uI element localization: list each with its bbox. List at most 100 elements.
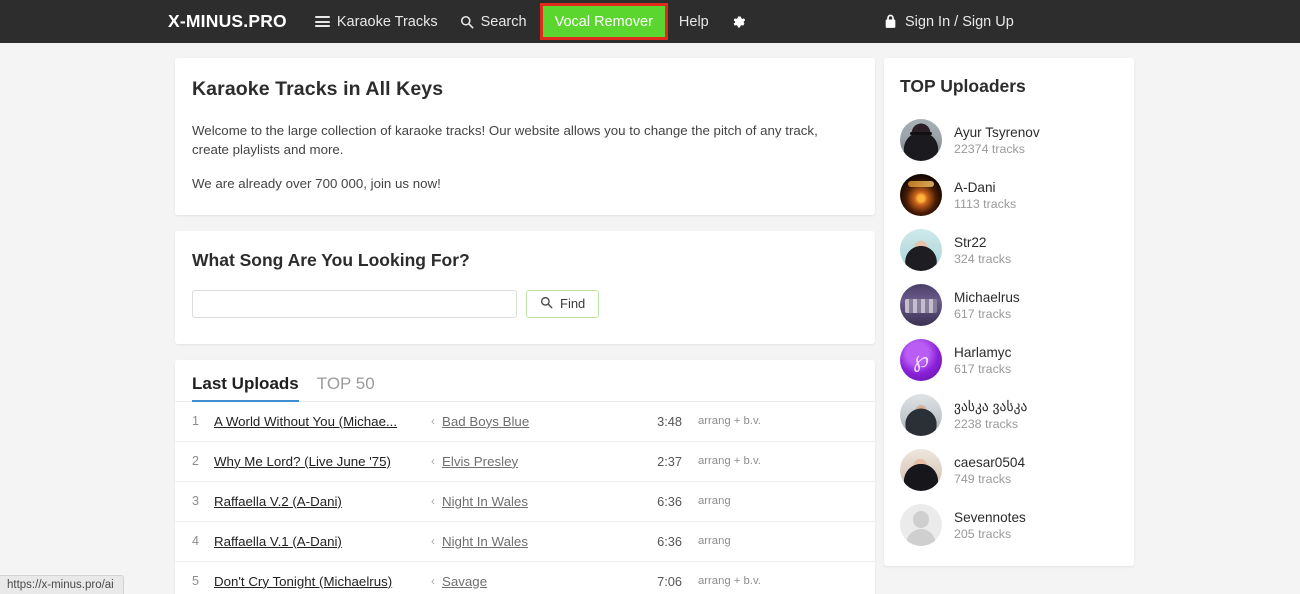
search-input[interactable] (192, 289, 517, 318)
top-navbar: X-MINUS.PRO Karaoke Tracks Search Vocal … (0, 0, 1300, 43)
list-item[interactable]: Michaelrus 617 tracks (900, 284, 1118, 326)
list-item[interactable]: Sevennotes 205 tracks (900, 504, 1118, 546)
uploader-name: Ayur Tsyrenov (954, 124, 1040, 140)
chevron-left-icon: ‹ (431, 414, 435, 429)
tracks-card: Last Uploads TOP 50 1 A World Without Yo… (175, 359, 875, 594)
tab-top-50[interactable]: TOP 50 (317, 374, 375, 401)
avatar (900, 339, 942, 381)
nav-settings[interactable] (720, 0, 758, 43)
track-tags: arrang (698, 495, 731, 508)
chevron-left-icon: ‹ (431, 454, 435, 469)
track-title[interactable]: A World Without You (Michae... (214, 414, 424, 429)
list-item[interactable]: Str22 324 tracks (900, 229, 1118, 271)
track-artist[interactable]: Night In Wales (442, 494, 630, 509)
site-logo[interactable]: X-MINUS.PRO (168, 0, 287, 43)
track-title[interactable]: Raffaella V.1 (A-Dani) (214, 534, 424, 549)
sign-in-sign-up-label: Sign In / Sign Up (905, 13, 1014, 30)
lock-icon (884, 14, 897, 29)
chevron-left-icon: ‹ (431, 574, 435, 589)
avatar (900, 449, 942, 491)
list-item[interactable]: Harlamyc 617 tracks (900, 339, 1118, 381)
track-artist[interactable]: Elvis Presley (442, 454, 630, 469)
track-title[interactable]: Don't Cry Tonight (Michaelrus) (214, 574, 424, 589)
avatar (900, 284, 942, 326)
track-title[interactable]: Raffaella V.2 (A-Dani) (214, 494, 424, 509)
intro-paragraph-2: We are already over 700 000, join us now… (192, 175, 441, 191)
table-row[interactable]: 2 Why Me Lord? (Live June '75) ‹ Elvis P… (175, 442, 875, 482)
uploader-track-count: 617 tracks (954, 306, 1012, 321)
nav-search-label: Search (480, 13, 527, 30)
uploader-track-count: 22374 tracks (954, 141, 1025, 156)
find-button-label: Find (560, 296, 586, 312)
uploader-name: caesar0504 (954, 454, 1026, 470)
main-column: Karaoke Tracks in All Keys Welcome to th… (175, 58, 875, 594)
nav-karaoke-tracks[interactable]: Karaoke Tracks (309, 0, 449, 43)
uploader-track-count: 2238 tracks (954, 417, 1019, 431)
list-item[interactable]: caesar0504 749 tracks (900, 449, 1118, 491)
nav-vocal-remover-label: Vocal Remover (554, 13, 653, 30)
avatar (900, 174, 942, 216)
sidebar-column: TOP Uploaders Ayur Tsyrenov 22374 tracks… (884, 58, 1134, 582)
uploader-name: A-Dani (954, 179, 996, 195)
list-item[interactable]: ვასკა ვასკა 2238 tracks (900, 394, 1118, 436)
tab-last-uploads[interactable]: Last Uploads (192, 374, 299, 402)
uploader-name: ვასკა ვასკა (954, 399, 1028, 414)
track-duration: 7:06 (657, 573, 682, 589)
uploader-name: Str22 (954, 234, 987, 250)
nav-help-label: Help (678, 13, 709, 30)
table-row[interactable]: 3 Raffaella V.2 (A-Dani) ‹ Night In Wale… (175, 482, 875, 522)
track-artist[interactable]: Night In Wales (442, 534, 630, 549)
top-uploaders-card: TOP Uploaders Ayur Tsyrenov 22374 tracks… (884, 58, 1134, 566)
search-icon (540, 296, 553, 312)
page-title: Karaoke Tracks in All Keys (192, 78, 444, 100)
track-tags: arrang (698, 535, 731, 548)
search-icon (460, 15, 474, 29)
avatar (900, 229, 942, 271)
track-artist[interactable]: Bad Boys Blue (442, 414, 630, 429)
table-row[interactable]: 5 Don't Cry Tonight (Michaelrus) ‹ Savag… (175, 562, 875, 594)
uploader-name: Harlamyc (954, 344, 1012, 360)
uploader-name: Sevennotes (954, 509, 1026, 525)
nav-search[interactable]: Search (449, 0, 538, 43)
track-number: 1 (192, 414, 199, 429)
track-duration: 6:36 (657, 533, 682, 549)
avatar (900, 394, 942, 436)
intro-paragraph-1: Welcome to the large collection of karao… (192, 123, 818, 158)
track-number: 5 (192, 574, 199, 589)
track-number: 2 (192, 454, 199, 469)
uploader-track-count: 1113 tracks (954, 196, 1017, 211)
uploader-track-count: 324 tracks (954, 251, 1012, 266)
intro-card: Karaoke Tracks in All Keys Welcome to th… (175, 58, 875, 215)
list-item[interactable]: A-Dani 1113 tracks (900, 174, 1118, 216)
hamburger-icon (314, 16, 330, 27)
table-row[interactable]: 1 A World Without You (Michae... ‹ Bad B… (175, 402, 875, 442)
nav-vocal-remover-button[interactable]: Vocal Remover (539, 3, 668, 40)
browser-status-bar: https://x-minus.pro/ai (0, 575, 124, 594)
search-card: What Song Are You Looking For? Find (175, 230, 875, 344)
track-duration: 3:48 (657, 413, 682, 429)
list-item[interactable]: Ayur Tsyrenov 22374 tracks (900, 119, 1118, 161)
track-tags: arrang + b.v. (698, 575, 761, 588)
nav-help[interactable]: Help (668, 0, 720, 43)
uploader-name: Michaelrus (954, 289, 1020, 305)
find-button[interactable]: Find (526, 289, 600, 318)
search-row: Find (192, 289, 858, 318)
tracks-tabs: Last Uploads TOP 50 (175, 374, 875, 402)
sign-in-sign-up-link[interactable]: Sign In / Sign Up (884, 14, 1014, 30)
uploader-track-count: 205 tracks (954, 526, 1012, 541)
chevron-left-icon: ‹ (431, 534, 435, 549)
track-tags: arrang + b.v. (698, 455, 761, 468)
nav-karaoke-tracks-label: Karaoke Tracks (336, 13, 438, 30)
uploader-track-count: 617 tracks (954, 361, 1012, 376)
track-duration: 6:36 (657, 493, 682, 509)
track-title[interactable]: Why Me Lord? (Live June '75) (214, 454, 424, 469)
avatar (900, 119, 942, 161)
navbar-right-group: Sign In / Sign Up (884, 0, 1014, 43)
table-row[interactable]: 4 Raffaella V.1 (A-Dani) ‹ Night In Wale… (175, 522, 875, 562)
track-artist[interactable]: Savage (442, 574, 630, 589)
track-number: 3 (192, 494, 199, 509)
avatar (900, 504, 942, 546)
track-tags: arrang + b.v. (698, 415, 761, 428)
search-heading: What Song Are You Looking For? (192, 249, 470, 270)
track-number: 4 (192, 534, 199, 549)
